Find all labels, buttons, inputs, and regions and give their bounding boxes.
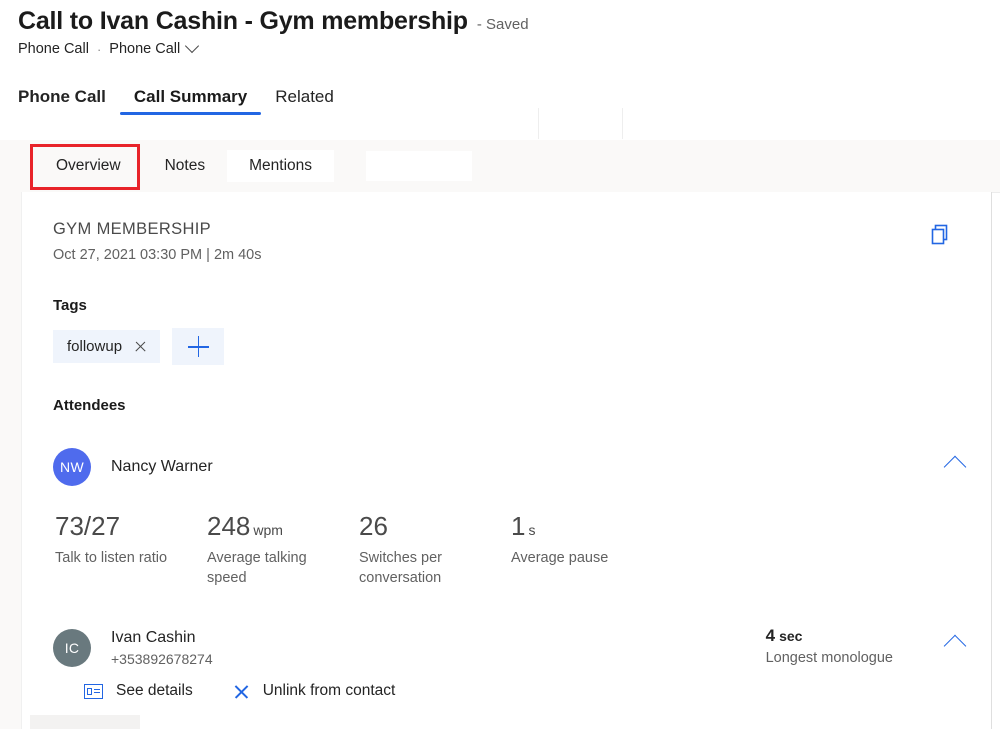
metric-average-talking-speed: 248wpm Average talking speed — [207, 513, 359, 588]
chevron-down-icon — [185, 39, 199, 53]
sub-tab-blank[interactable] — [366, 151, 472, 181]
content-left-gutter — [0, 192, 21, 729]
form-selector[interactable]: Phone Call — [109, 41, 197, 57]
metric-unit: sec — [779, 628, 802, 644]
tag-list: followup — [53, 328, 224, 365]
tag-chip[interactable]: followup — [53, 330, 160, 363]
metric-label: Longest monologue — [766, 650, 893, 666]
metric-label: Average pause — [511, 548, 641, 568]
metric-label: Average talking speed — [207, 548, 337, 588]
tab-phone-call-label: Phone Call — [18, 87, 106, 106]
see-details-label: See details — [116, 682, 193, 700]
sub-tab-overview-label: Overview — [56, 157, 121, 174]
attendee-row: NW Nancy Warner — [53, 445, 983, 489]
attendee-phone: +353892678274 — [111, 651, 213, 667]
metric-average-pause: 1s Average pause — [511, 513, 663, 588]
breadcrumb-separator: · — [97, 42, 101, 57]
save-status: - Saved — [477, 16, 529, 33]
sub-tab-mentions[interactable]: Mentions — [227, 150, 334, 182]
metric-value: 26 — [359, 511, 388, 541]
call-datetime-duration: Oct 27, 2021 03:30 PM | 2m 40s — [53, 247, 262, 263]
add-tag-button[interactable] — [172, 328, 224, 365]
attendee-name: Nancy Warner — [111, 458, 213, 476]
tab-related-label: Related — [275, 87, 334, 106]
attendees-section: Attendees NW Nancy Warner 73/27 Talk to … — [53, 397, 983, 670]
metric-unit: s — [528, 522, 535, 538]
metric-value-wrap: 248wpm — [207, 513, 359, 540]
attendees-heading: Attendees — [53, 397, 983, 414]
avatar-initials: NW — [60, 459, 84, 475]
avatar: NW — [53, 448, 91, 486]
copy-icon[interactable] — [927, 222, 953, 248]
sub-tab-overview[interactable]: Overview — [34, 150, 143, 182]
command-bar-separator-1 — [538, 108, 539, 139]
close-icon — [233, 683, 250, 700]
metric-value-wrap: 4sec — [766, 626, 893, 646]
metric-value: 73/27 — [55, 511, 120, 541]
tab-related[interactable]: Related — [261, 83, 348, 117]
avatar-initials: IC — [65, 640, 80, 656]
attendee-row: IC Ivan Cashin +353892678274 4sec Longes… — [53, 626, 983, 670]
metric-label: Switches per conversation — [359, 548, 489, 588]
plus-icon — [188, 336, 209, 357]
form-selector-label: Phone Call — [109, 41, 180, 57]
entity-type-label: Phone Call — [18, 41, 89, 57]
tag-chip-label: followup — [67, 338, 122, 355]
metric-unit: wpm — [253, 522, 283, 538]
attendee-name: Ivan Cashin — [111, 629, 213, 647]
unlink-from-contact-button[interactable]: Unlink from contact — [233, 682, 396, 700]
call-summary-panel: GYM MEMBERSHIP Oct 27, 2021 03:30 PM | 2… — [21, 192, 992, 729]
avatar: IC — [53, 629, 91, 667]
sub-tab-notes[interactable]: Notes — [143, 150, 228, 182]
unlink-from-contact-label: Unlink from contact — [263, 682, 396, 700]
attendee-metrics: 73/27 Talk to listen ratio 248wpm Averag… — [53, 513, 983, 588]
see-details-button[interactable]: See details — [84, 682, 193, 700]
tab-call-summary[interactable]: Call Summary — [120, 83, 261, 117]
metric-value: 4 — [766, 626, 775, 645]
sub-tab-notes-label: Notes — [165, 157, 206, 174]
metric-value-wrap: 26 — [359, 513, 511, 540]
bottom-partial-element — [30, 715, 140, 729]
attendee-identity: Ivan Cashin +353892678274 — [111, 629, 213, 667]
chevron-up-icon[interactable] — [944, 456, 967, 479]
close-icon[interactable] — [134, 340, 147, 353]
record-subheader: Phone Call · Phone Call — [18, 41, 978, 57]
tags-heading: Tags — [53, 297, 224, 314]
command-bar-separator-2 — [622, 108, 623, 139]
page-title: Call to Ivan Cashin - Gym membership — [18, 7, 468, 36]
metric-value-wrap: 73/27 — [55, 513, 207, 540]
record-title-line: Call to Ivan Cashin - Gym membership - S… — [18, 7, 978, 36]
chevron-up-icon[interactable] — [944, 635, 967, 658]
tab-phone-call[interactable]: Phone Call — [18, 83, 120, 117]
metric-value-wrap: 1s — [511, 513, 663, 540]
metric-value: 248 — [207, 511, 250, 541]
sub-tab-mentions-label: Mentions — [249, 157, 312, 174]
tab-call-summary-label: Call Summary — [134, 87, 247, 106]
primary-tab-list: Phone Call Call Summary Related — [18, 83, 348, 117]
attendee-action-row: See details Unlink from contact — [84, 682, 395, 700]
metric-switches-per-conversation: 26 Switches per conversation — [359, 513, 511, 588]
call-heading-block: GYM MEMBERSHIP Oct 27, 2021 03:30 PM | 2… — [53, 220, 262, 263]
app-root: Call to Ivan Cashin - Gym membership - S… — [0, 0, 1000, 729]
contact-card-icon — [84, 684, 103, 699]
tags-section: Tags followup — [53, 297, 224, 365]
sub-tab-strip: Overview Notes Mentions — [0, 140, 1000, 193]
metric-value: 1 — [511, 511, 525, 541]
metric-talk-to-listen-ratio: 73/27 Talk to listen ratio — [55, 513, 207, 588]
call-subject: GYM MEMBERSHIP — [53, 220, 262, 239]
record-header: Call to Ivan Cashin - Gym membership - S… — [18, 7, 978, 57]
sub-tab-list: Overview Notes Mentions — [34, 140, 472, 192]
metric-longest-monologue: 4sec Longest monologue — [766, 626, 893, 666]
metric-label: Talk to listen ratio — [55, 548, 185, 568]
